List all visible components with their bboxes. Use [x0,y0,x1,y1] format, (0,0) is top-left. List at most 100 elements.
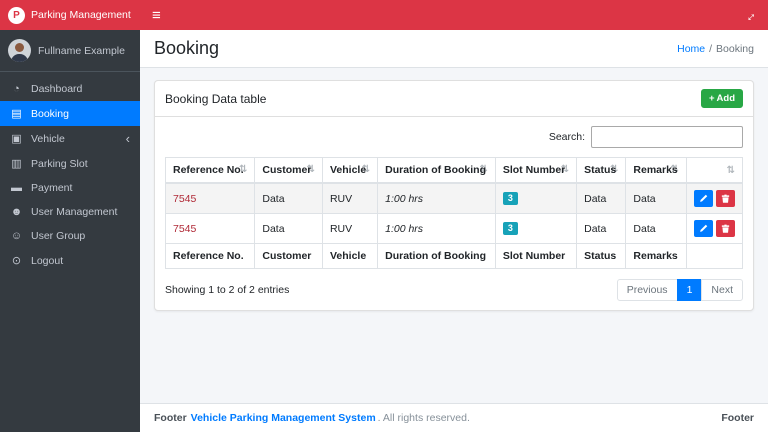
avatar [8,39,31,62]
booking-table: ⇅ Reference No. ⇅ Customer ⇅ Vehicle ⇅ Durat… [164,157,744,269]
cell-duration: 1:00 hrs [377,182,496,214]
table-row: 7545 Data RUV 1:00 hrs 3 Data Data [164,213,744,244]
fullscreen-icon[interactable]: ↔ [740,5,760,25]
trash-icon [721,194,730,203]
app-window: P Parking Management Fullname Example ◔ … [0,0,768,432]
sidebar-item-dashboard[interactable]: ◔ Dashboard [0,77,140,101]
cell-reference: 7545 [164,182,256,214]
sidebar-item-vehicle[interactable]: ▣ Vehicle ‹ [0,126,140,151]
vehicle-icon: ▣ [11,133,22,145]
header-remarks[interactable]: ⇅ Remarks [625,157,687,184]
booking-card: Booking Data table + Add Search: ⇅ Referen… [154,80,754,311]
table-header-row: ⇅ Reference No. ⇅ Customer ⇅ Vehicle ⇅ Durat… [164,157,744,184]
user-name: Fullname Example [38,44,125,57]
cell-actions [685,213,744,244]
next-page-button[interactable]: Next [701,279,743,301]
cell-customer: Data [254,182,323,214]
topbar: ≡ ↔ [140,0,768,30]
trash-icon [721,224,730,233]
sidebar-item-label: Booking [31,107,69,120]
header-duration[interactable]: ⇅ Duration of Booking [377,157,496,184]
card-body: Search: ⇅ Reference No. ⇅ Customer ⇅ Vehicl… [155,117,753,310]
header-actions[interactable]: ⇅ [685,157,744,184]
sidebar-item-label: Dashboard [31,83,83,95]
user-group-icon: ☺ [10,230,23,242]
card-header: Booking Data table + Add [155,81,753,117]
cell-actions [685,182,744,214]
footer-reference: Reference No. [164,243,256,269]
pagination: Previous 1 Next [616,279,743,301]
sidebar-item-label: User Group [31,230,86,242]
search-input[interactable] [591,126,743,148]
footer-right-label: Footer [721,412,754,424]
parking-logo-icon: P [8,6,25,24]
sidebar-item-logout[interactable]: ⊙ Logout [0,248,140,273]
edit-button[interactable] [693,220,713,237]
footer-brand-link[interactable]: Vehicle Parking Management System [191,412,376,424]
previous-page-button[interactable]: Previous [616,279,678,301]
cell-status: Data [576,213,627,244]
sidebar-nav: ◔ Dashboard ▤ Booking ▣ Vehicle ‹ ▥ Park… [0,72,140,278]
add-button-label: Add [716,93,735,104]
add-button[interactable]: + Add [700,89,743,108]
page-footer: Footer Vehicle Parking Management System… [140,403,768,432]
footer-duration: Duration of Booking [377,243,496,269]
search-row: Search: [165,126,743,148]
breadcrumb: Home / Booking [677,43,754,55]
header-status[interactable]: ⇅ Status [576,157,627,184]
sidebar-item-parking-slot[interactable]: ▥ Parking Slot [0,151,140,176]
pencil-icon [700,194,708,202]
dashboard-icon: ◔ [13,83,20,95]
sidebar-item-label: User Management [31,206,118,218]
delete-button[interactable] [715,190,735,207]
footer-slot: Slot Number [494,243,578,269]
table-row: 7545 Data RUV 1:00 hrs 3 Data Data [164,182,744,214]
user-management-icon: ☻ [10,206,23,218]
cell-remarks: Data [625,182,687,214]
delete-button[interactable] [715,220,735,237]
brand-title: Parking Management [31,9,131,21]
header-slot[interactable]: ⇅ Slot Number [494,157,578,184]
cell-vehicle: RUV [321,182,379,214]
content: Booking Data table + Add Search: ⇅ Referen… [140,68,768,403]
breadcrumb-home-link[interactable]: Home [677,43,705,55]
user-panel[interactable]: Fullname Example [0,30,140,72]
sidebar-item-user-management[interactable]: ☻ User Management [0,200,140,224]
breadcrumb-separator: / [709,42,713,55]
page-1-button[interactable]: 1 [676,279,703,301]
breadcrumb-current: Booking [716,42,754,55]
brand-link[interactable]: P Parking Management [0,0,140,30]
footer-actions [685,243,744,269]
table-footer-row: Reference No. Customer Vehicle Duration … [164,243,744,269]
header-customer[interactable]: ⇅ Customer [254,157,323,184]
footer-rights: . All rights reserved. [377,412,470,424]
table-bottom: Showing 1 to 2 of 2 entries Previous 1 N… [165,279,743,301]
slot-badge: 3 [502,192,518,205]
entries-info: Showing 1 to 2 of 2 entries [165,284,290,296]
sort-icon: ⇅ [726,164,735,176]
cell-customer: Data [254,213,323,244]
sidebar-item-user-group[interactable]: ☺ User Group [0,224,140,248]
card-title: Booking Data table [165,91,267,106]
edit-button[interactable] [693,190,713,207]
page-title: Booking [154,38,220,58]
content-header: Booking Home / Booking [140,30,768,68]
slot-badge: 3 [502,222,518,235]
cell-reference: 7545 [164,213,256,244]
sidebar-item-label: Parking Slot [31,157,88,170]
main-area: ≡ ↔ Booking Home / Booking Booking Data ta… [140,0,768,432]
header-vehicle[interactable]: ⇅ Vehicle [321,157,379,184]
sidebar: P Parking Management Fullname Example ◔ … [0,0,140,432]
hamburger-icon[interactable]: ≡ [152,8,161,23]
cell-duration: 1:00 hrs [377,213,496,244]
cell-vehicle: RUV [321,213,379,244]
logout-icon: ⊙ [11,255,22,267]
footer-vehicle: Vehicle [321,243,379,269]
header-reference[interactable]: ⇅ Reference No. [164,157,256,184]
sidebar-item-booking[interactable]: ▤ Booking [0,101,140,126]
footer-status: Status [576,243,627,269]
cell-remarks: Data [625,213,687,244]
sidebar-item-label: Logout [31,254,64,267]
sidebar-item-payment[interactable]: ▬ Payment [0,176,140,200]
footer-customer: Customer [254,243,323,269]
